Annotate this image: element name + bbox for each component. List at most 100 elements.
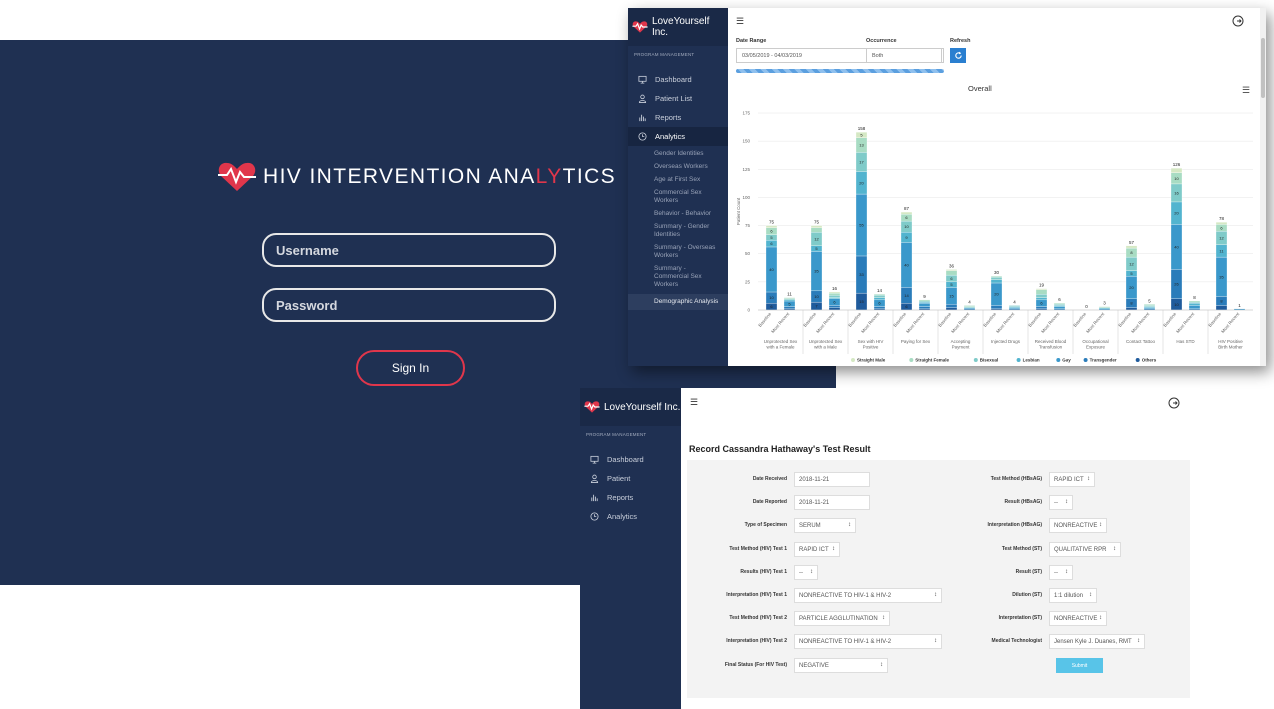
brand-name: LoveYourself Inc.: [604, 401, 681, 413]
scrollbar-thumb[interactable]: [1261, 38, 1265, 98]
select-medical-technologist[interactable]: Jensen Kyle J. Duanes, RMT: [1049, 634, 1145, 650]
bar-segment: [945, 270, 958, 276]
bar-segment: [783, 299, 796, 302]
bar-segment-label: 40: [769, 267, 774, 272]
bar-segment: [828, 292, 841, 296]
sidebar: LoveYourself Inc. PROGRAM MANAGEMENT Das…: [628, 8, 728, 366]
bar-segment: [1188, 301, 1201, 304]
field-label: Final Status (For HIV Test): [724, 661, 787, 668]
sidebar-item-dashboard[interactable]: Dashboard: [580, 450, 681, 469]
subnav-item-overseas-workers[interactable]: Overseas Workers: [628, 163, 718, 171]
bar-segment-label: 20: [859, 180, 864, 185]
select-final-status-for-hiv-test[interactable]: NEGATIVE: [794, 657, 888, 673]
bar-segment: [918, 306, 931, 310]
select-test-method-st[interactable]: QUALITATIVE RPR: [1049, 541, 1121, 557]
bar-segment-label: 15: [949, 293, 954, 298]
submit-button[interactable]: Submit: [1056, 658, 1103, 673]
x-subcategory-label: Most Recent: [1220, 311, 1241, 334]
subnav-item-summary-gender-identities[interactable]: Summary - Gender Identities: [628, 223, 718, 239]
bar-segment: [1188, 300, 1201, 303]
x-subcategory-label: Baseline: [982, 311, 997, 328]
bar-total-label: 9: [923, 294, 926, 299]
x-group-label: Payment: [952, 345, 971, 350]
field-label: Interpretation (HIV) Test 2: [726, 638, 787, 645]
password-input[interactable]: [262, 288, 556, 322]
subnav-item-commercial-sex-workers[interactable]: Commercial Sex Workers: [628, 189, 718, 205]
sidebar-item-reports[interactable]: Reports: [628, 108, 728, 127]
subnav-item-gender-identities[interactable]: Gender Identities: [628, 150, 718, 158]
x-subcategory-label: Most Recent: [1085, 311, 1106, 334]
select-test-method-hiv-test-2[interactable]: PARTICLE AGGLUTINATION: [794, 611, 890, 627]
menu-toggle-icon[interactable]: ☰: [736, 16, 744, 27]
subnav-item-summary-overseas-workers[interactable]: Summary - Overseas Workers: [628, 244, 718, 260]
input-date-received[interactable]: 2018-11-21: [794, 472, 870, 487]
bar-segment: [828, 291, 841, 294]
bar-total-label: 8: [1193, 295, 1196, 300]
scrollbar[interactable]: [1260, 8, 1266, 366]
chart-title: Overall: [968, 84, 992, 93]
input-date-reported[interactable]: 2018-11-21: [794, 495, 870, 511]
field-label: Date Reported: [752, 499, 787, 506]
bar-total-label: 3: [1103, 301, 1106, 306]
x-subcategory-label: Baseline: [1072, 311, 1087, 328]
select-dilution-st[interactable]: 1:1 dilution: [1049, 588, 1097, 603]
bar-total-label: 6: [1058, 297, 1061, 302]
x-subcategory-label: Most Recent: [815, 311, 836, 334]
clock-icon: [638, 132, 647, 141]
user-icon: [638, 94, 647, 103]
y-tick-label: 175: [742, 111, 750, 116]
subnav-item-age-at-first-sex[interactable]: Age at First Sex: [628, 176, 718, 184]
sidebar-item-patient-list[interactable]: Patient List: [628, 89, 728, 108]
monitor-icon: [638, 75, 647, 84]
sidebar-nav: Dashboard Patient List Reports Analytics: [628, 70, 728, 146]
bar-segment: [1215, 222, 1228, 225]
x-group-label: Exposure: [1086, 345, 1106, 350]
heart-logo-icon: [632, 21, 648, 33]
field-label: Medical Technologist: [991, 638, 1042, 645]
bar-segment-label: 12: [814, 237, 819, 242]
x-group-label: Sex with HIV: [858, 339, 884, 344]
bar-total-label: 19: [1039, 283, 1045, 288]
legend-item: Others: [1142, 358, 1157, 363]
sidebar-item-dashboard[interactable]: Dashboard: [628, 70, 728, 89]
analytics-window: LoveYourself Inc. PROGRAM MANAGEMENT Das…: [628, 8, 1266, 366]
subnav-item-behavior-behavior[interactable]: Behavior - Behavior: [628, 210, 718, 218]
bar-segment-label: 20: [1129, 285, 1134, 290]
login-brand: HIV INTERVENTION ANALYTICS: [217, 160, 616, 194]
x-subcategory-label: Baseline: [937, 311, 952, 328]
logout-icon[interactable]: [1232, 15, 1244, 27]
x-group-label: Positive: [863, 345, 879, 350]
field-label: Type of Specimen: [744, 522, 787, 529]
select-type-of-specimen[interactable]: SERUM: [794, 518, 856, 534]
select-test-method-hbsag[interactable]: RAPID ICT: [1049, 472, 1095, 487]
x-group-label: with a Female: [766, 345, 795, 350]
sidebar-item-label: Patient List: [655, 94, 693, 103]
occurrence-select[interactable]: Both: [866, 48, 944, 63]
sidebar-item-analytics[interactable]: Analytics: [628, 127, 728, 146]
x-subcategory-label: Baseline: [847, 311, 862, 328]
bar-total-label: 36: [949, 263, 955, 268]
select-test-method-hiv-test-1[interactable]: RAPID ICT: [794, 541, 840, 557]
field-label: Test Method (HBsAG): [990, 476, 1042, 482]
sidebar-item-label: Analytics: [655, 132, 686, 141]
bar-total-label: 4: [968, 299, 971, 304]
bar-chart-icon: [639, 114, 646, 122]
refresh-button[interactable]: [950, 48, 966, 63]
select-result-hbsag[interactable]: --: [1049, 495, 1073, 511]
menu-toggle-icon[interactable]: ☰: [690, 397, 698, 408]
subnav-item-demographic-analysis[interactable]: Demographic Analysis: [628, 294, 728, 310]
bar-segment: [900, 211, 913, 215]
select-results-hiv-test-1[interactable]: --: [794, 564, 818, 580]
x-subcategory-label: Most Recent: [995, 311, 1016, 334]
username-input[interactable]: [262, 233, 556, 267]
select-result-st[interactable]: --: [1049, 564, 1073, 580]
select-interpretation-st[interactable]: NONREACTIVE: [1049, 611, 1107, 627]
bar-total-label: 87: [904, 206, 910, 211]
sign-in-button[interactable]: Sign In: [356, 350, 465, 386]
subnav-item-summary-commercial-sex-workers[interactable]: Summary - Commercial Sex Workers: [628, 265, 718, 289]
select-interpretation-hbsag[interactable]: NONREACTIVE: [1049, 518, 1107, 534]
bar-segment-label: 13: [859, 143, 864, 148]
chart-menu-icon[interactable]: ☰: [1242, 85, 1250, 96]
bar-segment: [1188, 303, 1201, 306]
logout-icon[interactable]: [1168, 397, 1180, 409]
